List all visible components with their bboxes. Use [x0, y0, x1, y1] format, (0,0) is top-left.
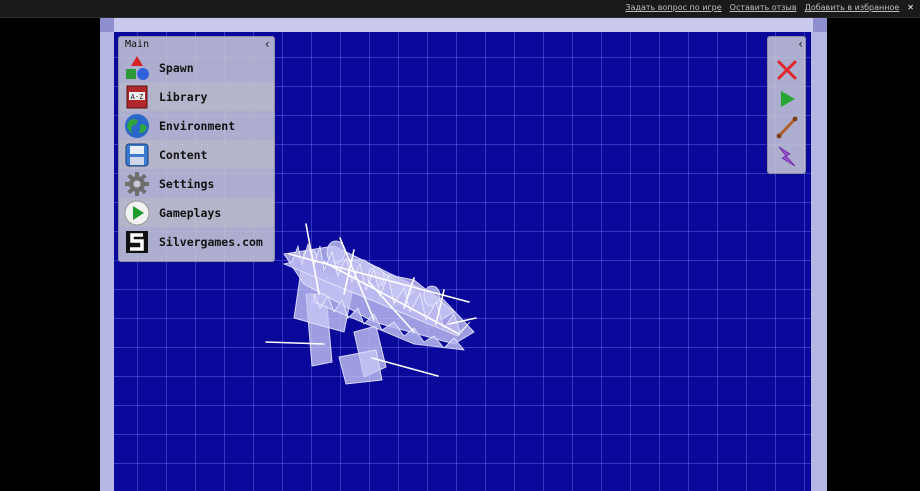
menu-item-label: Spawn — [159, 60, 194, 75]
menu-item-label: Silvergames.com — [159, 234, 263, 249]
rope-stick-icon — [776, 116, 798, 139]
silvergames-logo-icon — [124, 229, 150, 255]
menu-item-environment[interactable]: Environment — [119, 111, 274, 140]
svg-text:A-Z: A-Z — [131, 93, 144, 101]
menu-item-label: Library — [159, 89, 208, 104]
spawn-shapes-icon — [124, 55, 150, 81]
red-x-icon — [777, 60, 797, 80]
gear-icon — [124, 171, 150, 197]
add-favorite-link[interactable]: Добавить в избранное — [805, 3, 900, 12]
menu-header: Main ‹ — [119, 37, 274, 53]
menu-item-gameplays[interactable]: Gameplays — [119, 198, 274, 227]
menu-item-settings[interactable]: Settings — [119, 169, 274, 198]
menu-item-label: Environment — [159, 118, 236, 133]
menu-item-label: Gameplays — [159, 205, 222, 220]
game-top-strip — [100, 18, 827, 32]
delete-tool-button[interactable] — [774, 57, 800, 83]
menu-item-library[interactable]: A-Z Library — [119, 82, 274, 111]
menu-item-spawn[interactable]: Spawn — [119, 53, 274, 82]
frame-corner-left — [100, 18, 114, 32]
lightning-icon — [778, 146, 796, 167]
site-top-bar: Задать вопрос по игре Оставить отзыв Доб… — [0, 0, 920, 18]
power-tool-button[interactable] — [774, 143, 800, 169]
ragdoll-limb — [338, 349, 383, 385]
close-icon[interactable]: ✕ — [907, 3, 914, 12]
connect-tool-button[interactable] — [774, 114, 800, 140]
green-play-icon — [781, 91, 795, 107]
menu-collapse-icon[interactable]: ‹ — [264, 37, 271, 52]
ragdoll-head — [423, 285, 441, 307]
floppy-disk-icon — [124, 142, 150, 168]
menu-item-label: Content — [159, 147, 208, 162]
site-links: Задать вопрос по игре Оставить отзыв Доб… — [625, 3, 914, 12]
tools-panel: ‹ — [767, 36, 806, 174]
ask-question-link[interactable]: Задать вопрос по игре — [625, 3, 721, 12]
menu-title: Main — [125, 39, 150, 50]
leave-review-link[interactable]: Оставить отзыв — [730, 3, 797, 12]
frame-corner-right — [813, 18, 827, 32]
globe-icon — [124, 113, 150, 139]
menu-item-label: Settings — [159, 176, 215, 191]
main-menu-panel: Main ‹ Spawn A-Z Library Environment Con… — [118, 36, 275, 262]
tools-collapse-icon[interactable]: ‹ — [798, 37, 803, 52]
menu-item-content[interactable]: Content — [119, 140, 274, 169]
menu-item-silvergames[interactable]: Silvergames.com — [119, 227, 274, 256]
play-tool-button[interactable] — [774, 86, 800, 112]
play-circle-icon — [124, 200, 150, 226]
library-book-icon: A-Z — [124, 84, 150, 110]
